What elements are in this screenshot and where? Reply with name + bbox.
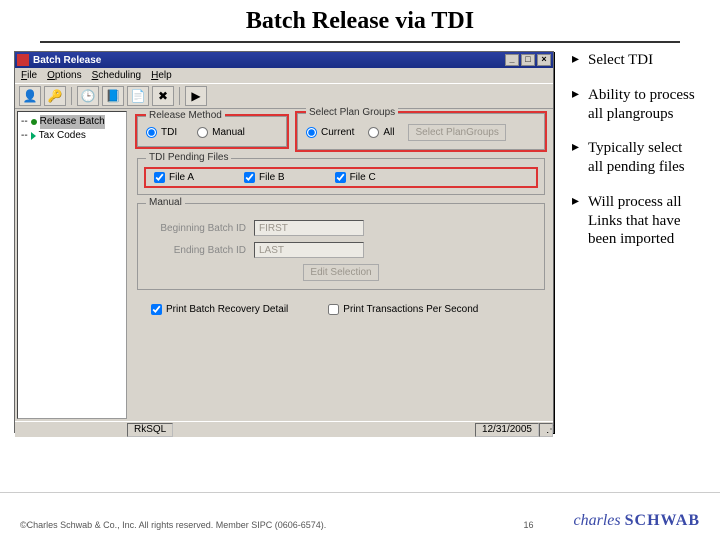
main-pane: Release Method TDI Manual	[129, 109, 553, 421]
tree-label: Release Batch	[40, 115, 105, 129]
radio-manual-input[interactable]	[197, 127, 208, 138]
statusbar: RkSQL 12/31/2005 ⋰	[15, 421, 553, 437]
radio-tdi-input[interactable]	[146, 127, 157, 138]
brand-part-a: charles	[574, 512, 621, 529]
tree-node-tax-codes[interactable]: -- Tax Codes	[21, 129, 123, 143]
check-file-b-input[interactable]	[244, 172, 255, 183]
menubar: File Options Scheduling Help	[15, 68, 553, 83]
menu-file[interactable]: File	[21, 70, 37, 81]
dash-icon: --	[21, 115, 28, 129]
end-batch-field: LAST	[254, 242, 364, 258]
toolbar: 👤 🔑 🕒 📘 📄 ✖ ▶	[15, 83, 553, 109]
tree-label: Tax Codes	[39, 129, 86, 143]
slide-bullets: Select TDI Ability to process all plangr…	[556, 51, 706, 433]
maximize-button[interactable]: □	[521, 54, 535, 66]
nav-tree[interactable]: -- Release Batch -- Tax Codes	[17, 111, 127, 419]
check-print-tps[interactable]: Print Transactions Per Second	[328, 304, 478, 315]
page-number: 16	[524, 520, 534, 530]
radio-all-input[interactable]	[368, 127, 379, 138]
begin-batch-field: FIRST	[254, 220, 364, 236]
bullet-item: Will process all Links that have been im…	[572, 193, 700, 249]
radio-label: Manual	[212, 127, 245, 138]
edit-selection-button: Edit Selection	[303, 264, 378, 281]
check-label: File A	[169, 172, 194, 183]
radio-label: TDI	[161, 127, 177, 138]
toolbar-run-icon[interactable]: ▶	[185, 86, 207, 106]
toolbar-clock-icon[interactable]: 🕒	[77, 86, 99, 106]
menu-help[interactable]: Help	[151, 70, 172, 81]
toolbar-doc-icon[interactable]: 📄	[127, 86, 149, 106]
check-file-c-input[interactable]	[335, 172, 346, 183]
window-title: Batch Release	[33, 55, 101, 66]
end-batch-label: Ending Batch ID	[146, 245, 246, 256]
dash-icon: --	[21, 129, 28, 143]
group-legend: TDI Pending Files	[146, 152, 231, 163]
bullet-item: Ability to process all plangroups	[572, 86, 700, 124]
check-label: File C	[350, 172, 376, 183]
toolbar-separator	[179, 87, 180, 105]
slide-title: Batch Release via TDI	[0, 0, 720, 39]
titlebar: Batch Release _ □ ×	[15, 52, 553, 68]
brand-part-b: SCHWAB	[625, 512, 700, 529]
group-plan-groups: Select Plan Groups Current All	[297, 113, 545, 150]
group-pending-files: TDI Pending Files File A File B	[137, 158, 545, 195]
check-print-detail[interactable]: Print Batch Recovery Detail	[151, 304, 288, 315]
check-print-tps-input[interactable]	[328, 304, 339, 315]
bullet-item: Typically select all pending files	[572, 139, 700, 177]
radio-current[interactable]: Current	[306, 127, 354, 138]
minimize-button[interactable]: _	[505, 54, 519, 66]
group-legend: Release Method	[146, 110, 225, 121]
group-release-method: Release Method TDI Manual	[137, 116, 287, 147]
radio-tdi[interactable]: TDI	[146, 127, 177, 138]
toolbar-separator	[71, 87, 72, 105]
app-window: Batch Release _ □ × File Options Schedul…	[14, 51, 554, 433]
toolbar-personal-icon[interactable]: 👤	[19, 86, 41, 106]
toolbar-key-icon[interactable]: 🔑	[44, 86, 66, 106]
menu-options[interactable]: Options	[47, 70, 81, 81]
check-file-a-input[interactable]	[154, 172, 165, 183]
begin-batch-label: Beginning Batch ID	[146, 223, 246, 234]
radio-label: All	[383, 127, 394, 138]
title-divider	[40, 41, 680, 43]
bullet-item: Select TDI	[572, 51, 700, 70]
radio-label: Current	[321, 127, 354, 138]
check-label: Print Batch Recovery Detail	[166, 304, 288, 315]
toolbar-cross-icon[interactable]: ✖	[152, 86, 174, 106]
radio-current-input[interactable]	[306, 127, 317, 138]
brand-logo: charles SCHWAB	[574, 512, 700, 530]
copyright-text: ©Charles Schwab & Co., Inc. All rights r…	[20, 520, 484, 530]
close-button[interactable]: ×	[537, 54, 551, 66]
resize-grip-icon[interactable]: ⋰	[539, 423, 553, 437]
status-host: RkSQL	[127, 423, 173, 437]
tree-node-release-batch[interactable]: -- Release Batch	[21, 115, 123, 129]
group-legend: Select Plan Groups	[306, 107, 398, 118]
node-dot-icon	[31, 119, 37, 125]
check-file-a[interactable]: File A	[154, 172, 194, 183]
radio-all[interactable]: All	[368, 127, 394, 138]
check-label: Print Transactions Per Second	[343, 304, 478, 315]
status-date: 12/31/2005	[475, 423, 539, 437]
check-file-c[interactable]: File C	[335, 172, 376, 183]
radio-manual[interactable]: Manual	[197, 127, 245, 138]
check-print-detail-input[interactable]	[151, 304, 162, 315]
check-label: File B	[259, 172, 285, 183]
check-file-b[interactable]: File B	[244, 172, 285, 183]
group-legend: Manual	[146, 197, 185, 208]
select-plangroups-button: Select PlanGroups	[408, 124, 505, 141]
app-icon	[17, 54, 29, 66]
node-caret-icon	[31, 132, 36, 140]
toolbar-book-icon[interactable]: 📘	[102, 86, 124, 106]
menu-scheduling[interactable]: Scheduling	[92, 70, 141, 81]
group-manual: Manual Beginning Batch ID FIRST Ending B…	[137, 203, 545, 290]
slide-footer: ©Charles Schwab & Co., Inc. All rights r…	[0, 492, 720, 540]
